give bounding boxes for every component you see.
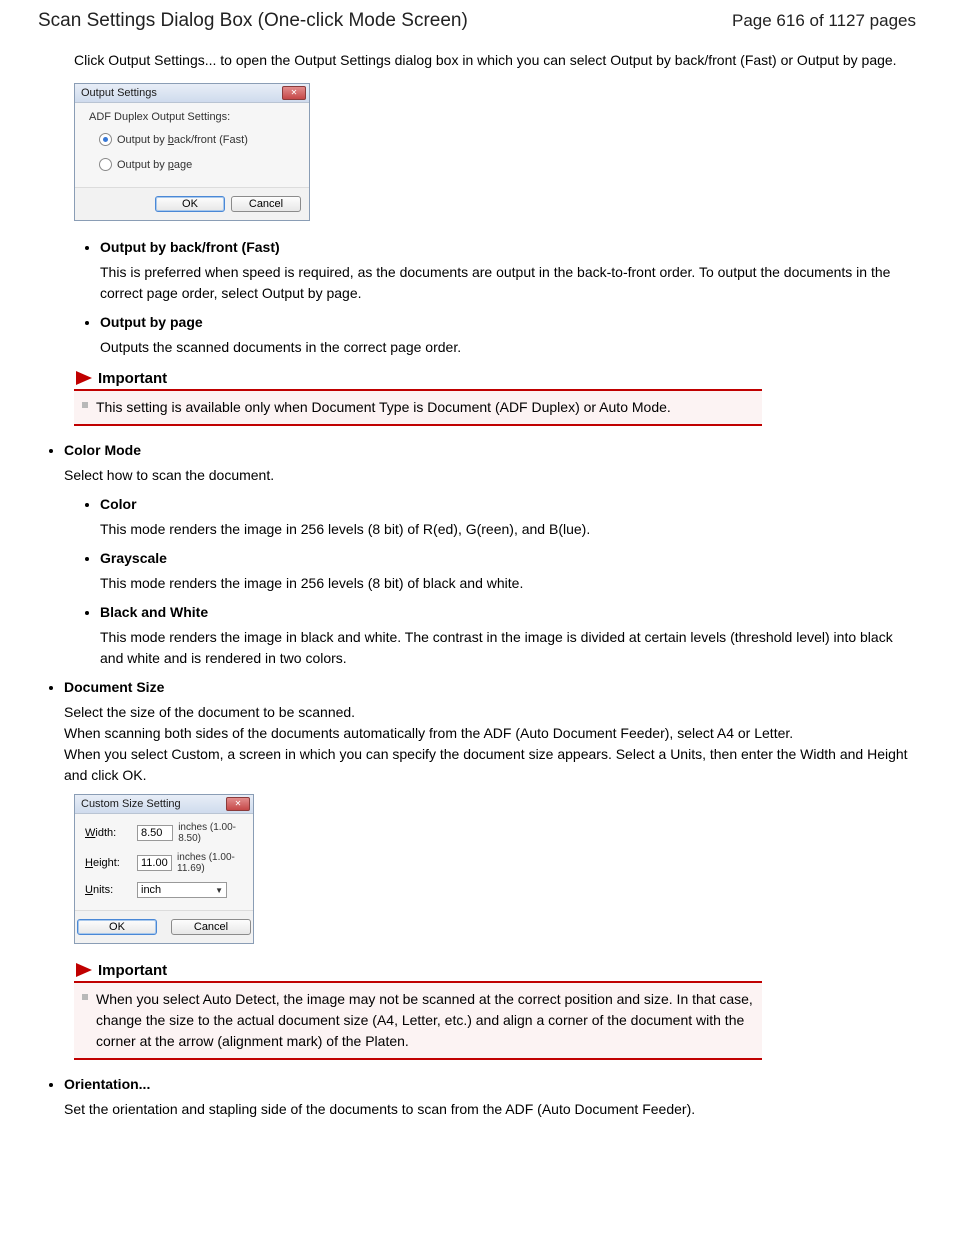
- dialog-title: Custom Size Setting: [81, 798, 181, 810]
- dialog-title: Output Settings: [81, 87, 157, 99]
- important-label: Important: [98, 370, 167, 387]
- output-settings-dialog: Output Settings ✕ ADF Duplex Output Sett…: [74, 83, 310, 221]
- square-bullet-icon: [82, 402, 88, 408]
- flag-icon: [74, 960, 96, 980]
- list-item: Grayscale This mode renders the image in…: [100, 548, 916, 594]
- item-desc: This mode renders the image in black and…: [100, 627, 916, 669]
- custom-size-dialog: Custom Size Setting ✕ Width: 8.50 inches…: [74, 794, 254, 944]
- list-item-orientation: Orientation... Set the orientation and s…: [64, 1074, 916, 1120]
- item-title: Grayscale: [100, 548, 916, 569]
- close-icon[interactable]: ✕: [226, 797, 250, 811]
- list-item: Color This mode renders the image in 256…: [100, 494, 916, 540]
- item-desc: Outputs the scanned documents in the cor…: [100, 337, 916, 358]
- radio-icon: [99, 158, 112, 171]
- radio-output-backfront[interactable]: Output by back/front (Fast): [99, 133, 299, 146]
- height-label: Height:: [85, 857, 137, 869]
- square-bullet-icon: [82, 994, 88, 1000]
- item-desc: This mode renders the image in 256 level…: [100, 573, 916, 594]
- list-item: Black and White This mode renders the im…: [100, 602, 916, 669]
- item-title: Output by back/front (Fast): [100, 237, 916, 258]
- chevron-down-icon: ▼: [215, 886, 223, 895]
- page-title: Scan Settings Dialog Box (One-click Mode…: [38, 10, 468, 32]
- dialog-titlebar: Output Settings ✕: [75, 84, 309, 103]
- item-title: Color: [100, 494, 916, 515]
- item-title: Output by page: [100, 312, 916, 333]
- dialog-titlebar: Custom Size Setting ✕: [75, 795, 253, 814]
- page-header: Scan Settings Dialog Box (One-click Mode…: [38, 10, 916, 32]
- radio-label: Output by page: [117, 159, 192, 171]
- ok-button[interactable]: OK: [77, 919, 157, 935]
- item-desc: Set the orientation and stapling side of…: [64, 1099, 916, 1120]
- important-box: Important When you select Auto Detect, t…: [74, 960, 762, 1060]
- intro-paragraph: Click Output Settings... to open the Out…: [74, 50, 916, 71]
- radio-label: Output by back/front (Fast): [117, 134, 248, 146]
- important-box: Important This setting is available only…: [74, 368, 762, 426]
- item-desc: This is preferred when speed is required…: [100, 262, 916, 304]
- list-item: Output by page Outputs the scanned docum…: [100, 312, 916, 358]
- item-desc: Select how to scan the document.: [64, 465, 916, 486]
- radio-icon: [99, 133, 112, 146]
- width-label: Width:: [85, 827, 137, 839]
- important-text: When you select Auto Detect, the image m…: [96, 991, 753, 1049]
- flag-icon: [74, 368, 96, 388]
- units-select[interactable]: inch ▼: [137, 882, 227, 898]
- height-input[interactable]: 11.00: [137, 855, 172, 871]
- important-label: Important: [98, 962, 167, 979]
- item-title: Color Mode: [64, 440, 916, 461]
- list-item-document-size: Document Size Select the size of the doc…: [64, 677, 916, 786]
- list-item-color-mode: Color Mode Select how to scan the docume…: [64, 440, 916, 486]
- page-number: Page 616 of 1127 pages: [732, 11, 916, 31]
- radio-output-page[interactable]: Output by page: [99, 158, 299, 171]
- item-desc: This mode renders the image in 256 level…: [100, 519, 916, 540]
- dialog-subtitle: ADF Duplex Output Settings:: [89, 111, 299, 123]
- item-title: Black and White: [100, 602, 916, 623]
- units-label: Units:: [85, 884, 137, 896]
- close-icon[interactable]: ✕: [282, 86, 306, 100]
- ok-button[interactable]: OK: [155, 196, 225, 212]
- cancel-button[interactable]: Cancel: [231, 196, 301, 212]
- width-input[interactable]: 8.50: [137, 825, 173, 841]
- cancel-button[interactable]: Cancel: [171, 919, 251, 935]
- item-desc: Select the size of the document to be sc…: [64, 702, 916, 786]
- item-title: Orientation...: [64, 1074, 916, 1095]
- item-title: Document Size: [64, 677, 916, 698]
- important-text: This setting is available only when Docu…: [96, 399, 671, 415]
- list-item: Output by back/front (Fast) This is pref…: [100, 237, 916, 304]
- height-range: inches (1.00-11.69): [177, 852, 245, 874]
- width-range: inches (1.00-8.50): [178, 822, 245, 844]
